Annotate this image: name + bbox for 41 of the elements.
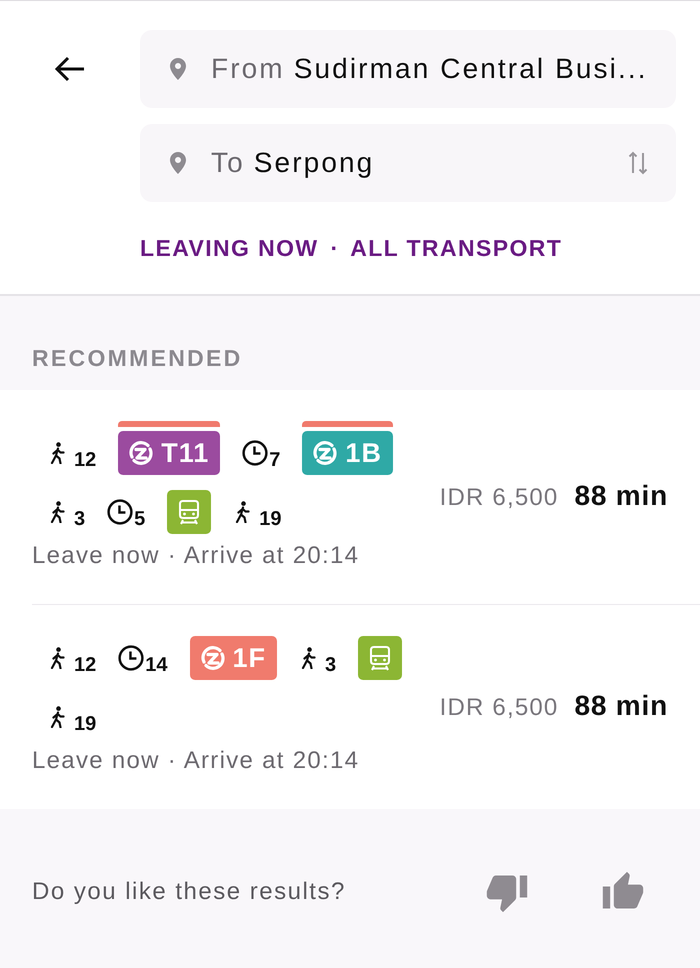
swirl-logo-icon [127, 439, 156, 467]
clock-icon [107, 499, 134, 525]
walk-minutes: 12 [74, 655, 96, 678]
clock-icon [118, 645, 144, 671]
route-summary: Leave now · Arrive at 20:14 [32, 542, 360, 570]
filter-link[interactable]: LEAVING NOW [140, 234, 319, 262]
from-field[interactable]: From Sudirman Central Busi... [140, 30, 676, 108]
filter-link[interactable]: ALL TRANSPORT [350, 234, 562, 262]
walk-minutes: 19 [74, 714, 96, 737]
wait-minutes: 7 [269, 450, 280, 473]
walk-minutes: 12 [74, 450, 96, 473]
wait-minutes: 14 [145, 655, 168, 678]
walk-minutes: 3 [74, 509, 86, 532]
wait-minutes: 5 [134, 509, 146, 532]
swirl-logo-icon [311, 439, 340, 467]
walk-minutes: 19 [259, 509, 282, 532]
walk-minutes: 3 [325, 655, 336, 678]
walking-person-icon [48, 442, 66, 464]
filter-separator: · [330, 234, 338, 262]
back-arrow-icon[interactable] [54, 56, 86, 82]
walking-person-icon [48, 647, 66, 669]
route-duration: 88 min [574, 690, 668, 722]
walking-person-icon [233, 501, 252, 523]
route-fare: IDR 6,500 [440, 694, 558, 722]
route-code: 1F [232, 643, 266, 673]
clock-icon [242, 440, 268, 466]
swap-arrows-icon[interactable] [628, 150, 648, 176]
route-summary: Leave now · Arrive at 20:14 [32, 747, 360, 775]
location-pin-icon [170, 152, 186, 174]
section-title: RECOMMENDED [32, 344, 244, 372]
route-code: T11 [161, 438, 210, 468]
swirl-logo-icon [198, 644, 226, 672]
walking-person-icon [48, 706, 66, 728]
feedback-question: Do you like these results? [32, 878, 346, 906]
to-field[interactable]: To Serpong [140, 124, 676, 202]
route-fare: IDR 6,500 [440, 484, 558, 512]
location-pin-icon [170, 58, 186, 80]
route-code: 1B [345, 438, 382, 468]
route-duration: 88 min [574, 480, 668, 512]
walking-person-icon [299, 647, 318, 669]
walking-person-icon [48, 501, 66, 523]
